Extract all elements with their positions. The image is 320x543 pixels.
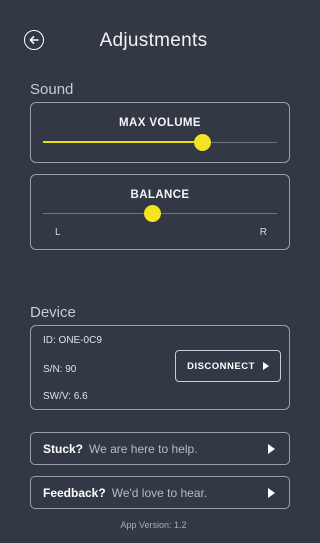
max-volume-card: MAX VOLUME [30, 102, 290, 163]
max-volume-slider-knob[interactable] [193, 134, 211, 151]
stuck-label: Stuck? [43, 441, 84, 456]
feedback-subtitle: We'd love to hear. [111, 485, 208, 500]
balance-left-label: L [55, 227, 61, 238]
device-card: ID: ONE-0C9 S/N: 90 SW/V: 6.6 DISCONNECT [30, 325, 290, 410]
balance-card: BALANCE L R [30, 174, 290, 250]
device-serial: S/N: 90 [43, 364, 77, 375]
app-version: App Version: 1.2 [120, 520, 187, 530]
device-id: ID: ONE-0C9 [43, 335, 102, 346]
feedback-label: Feedback? [43, 485, 106, 500]
stuck-help-row[interactable]: Stuck? We are here to help. [30, 432, 290, 465]
max-volume-fill [43, 141, 203, 143]
balance-label: BALANCE [130, 189, 190, 201]
play-arrow-icon [268, 444, 275, 454]
balance-right-label: R [259, 227, 267, 238]
disconnect-label: DISCONNECT [187, 360, 255, 372]
sound-section-label: Sound [30, 81, 74, 98]
balance-slider-knob[interactable] [144, 205, 162, 222]
stuck-subtitle: We are here to help. [89, 441, 198, 456]
disconnect-button[interactable]: DISCONNECT [175, 350, 281, 382]
feedback-row[interactable]: Feedback? We'd love to hear. [30, 476, 290, 509]
page-title: Adjustments [99, 30, 208, 51]
device-section-label: Device [30, 304, 76, 321]
header: Adjustments [0, 0, 307, 80]
max-volume-label: MAX VOLUME [119, 117, 201, 129]
play-arrow-icon [268, 488, 275, 498]
play-arrow-icon [262, 362, 269, 370]
device-software-version: SW/V: 6.6 [43, 391, 88, 402]
